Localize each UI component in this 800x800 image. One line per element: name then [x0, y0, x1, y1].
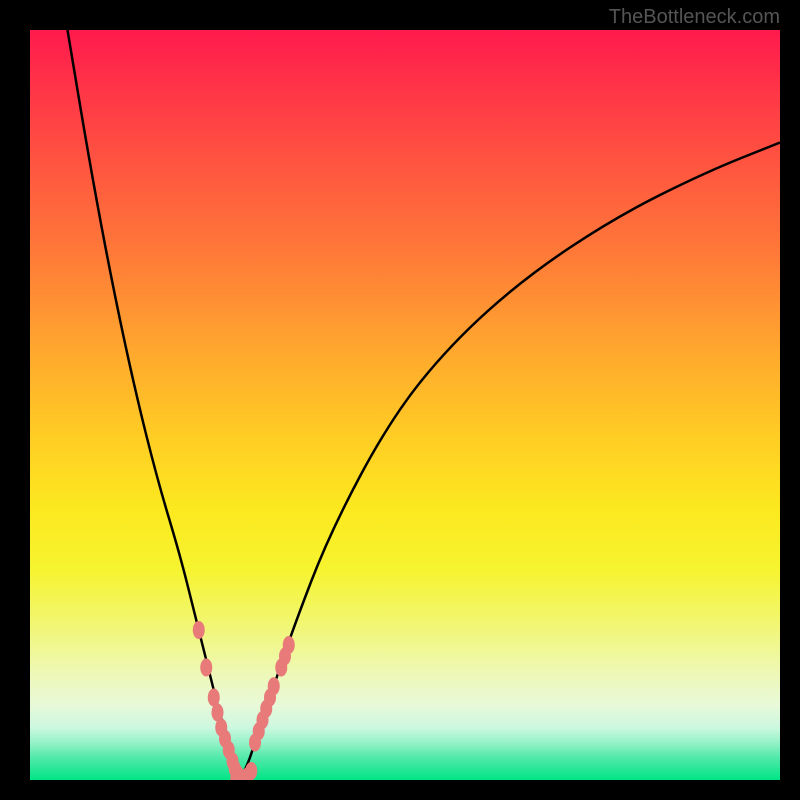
left-curve-line [68, 30, 241, 779]
data-point [283, 636, 295, 654]
data-point [245, 762, 257, 780]
chart-plot-area [30, 30, 780, 780]
chart-svg [30, 30, 780, 780]
data-point [193, 621, 205, 639]
right-curve-line [240, 143, 780, 779]
watermark-text: TheBottleneck.com [609, 6, 780, 29]
data-points-group [193, 621, 295, 780]
data-point [268, 677, 280, 695]
data-point [200, 659, 212, 677]
